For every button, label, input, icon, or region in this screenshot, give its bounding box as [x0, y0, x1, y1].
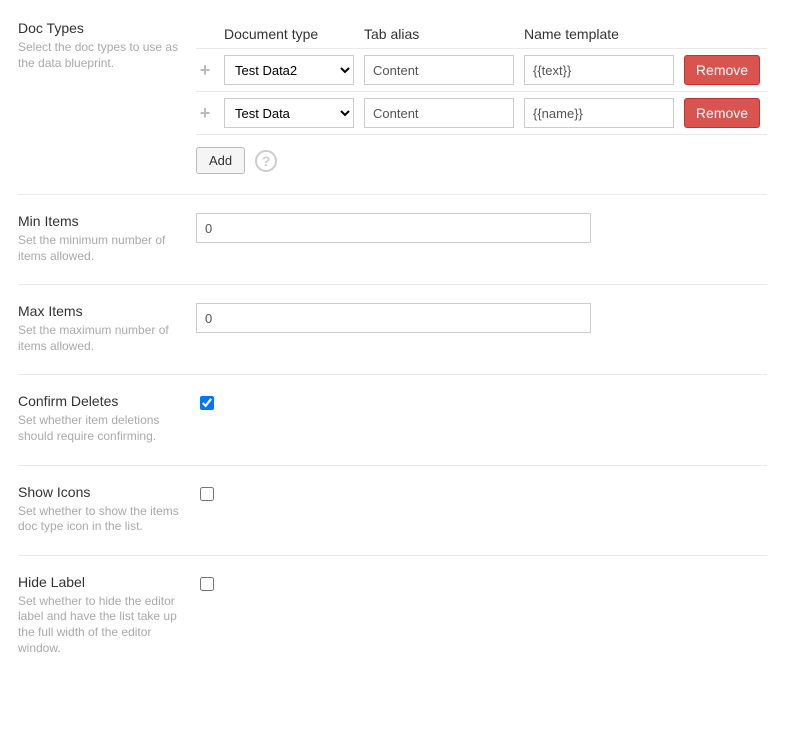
show-icons-title: Show Icons — [18, 484, 182, 500]
confirm-deletes-title: Confirm Deletes — [18, 393, 182, 409]
header-name-template: Name template — [524, 26, 674, 42]
max-items-desc: Set the maximum number of items allowed. — [18, 323, 182, 354]
max-items-title: Max Items — [18, 303, 182, 319]
name-template-input[interactable] — [524, 98, 674, 128]
doctypes-desc: Select the doc types to use as the data … — [18, 40, 182, 71]
confirm-deletes-checkbox[interactable] — [200, 396, 214, 410]
document-type-select[interactable]: Test Data — [224, 98, 354, 128]
min-items-desc: Set the minimum number of items allowed. — [18, 233, 182, 264]
doctype-row: + Test Data Remove — [196, 92, 767, 135]
remove-button[interactable]: Remove — [684, 98, 760, 128]
document-type-select[interactable]: Test Data2 — [224, 55, 354, 85]
help-icon[interactable]: ? — [255, 150, 277, 172]
show-icons-desc: Set whether to show the items doc type i… — [18, 504, 182, 535]
confirm-deletes-desc: Set whether item deletions should requir… — [18, 413, 182, 444]
doctypes-title: Doc Types — [18, 20, 182, 36]
drag-handle-icon[interactable]: + — [200, 104, 211, 122]
hide-label-desc: Set whether to hide the editor label and… — [18, 594, 182, 656]
min-items-input[interactable] — [196, 213, 591, 243]
drag-handle-icon[interactable]: + — [200, 61, 211, 79]
max-items-input[interactable] — [196, 303, 591, 333]
hide-label-title: Hide Label — [18, 574, 182, 590]
header-tab-alias: Tab alias — [364, 26, 514, 42]
name-template-input[interactable] — [524, 55, 674, 85]
show-icons-checkbox[interactable] — [200, 487, 214, 501]
add-button[interactable]: Add — [196, 147, 245, 174]
remove-button[interactable]: Remove — [684, 55, 760, 85]
doctype-row: + Test Data2 Remove — [196, 48, 767, 92]
header-document-type: Document type — [224, 26, 354, 42]
tab-alias-input[interactable] — [364, 55, 514, 85]
hide-label-checkbox[interactable] — [200, 577, 214, 591]
min-items-title: Min Items — [18, 213, 182, 229]
tab-alias-input[interactable] — [364, 98, 514, 128]
